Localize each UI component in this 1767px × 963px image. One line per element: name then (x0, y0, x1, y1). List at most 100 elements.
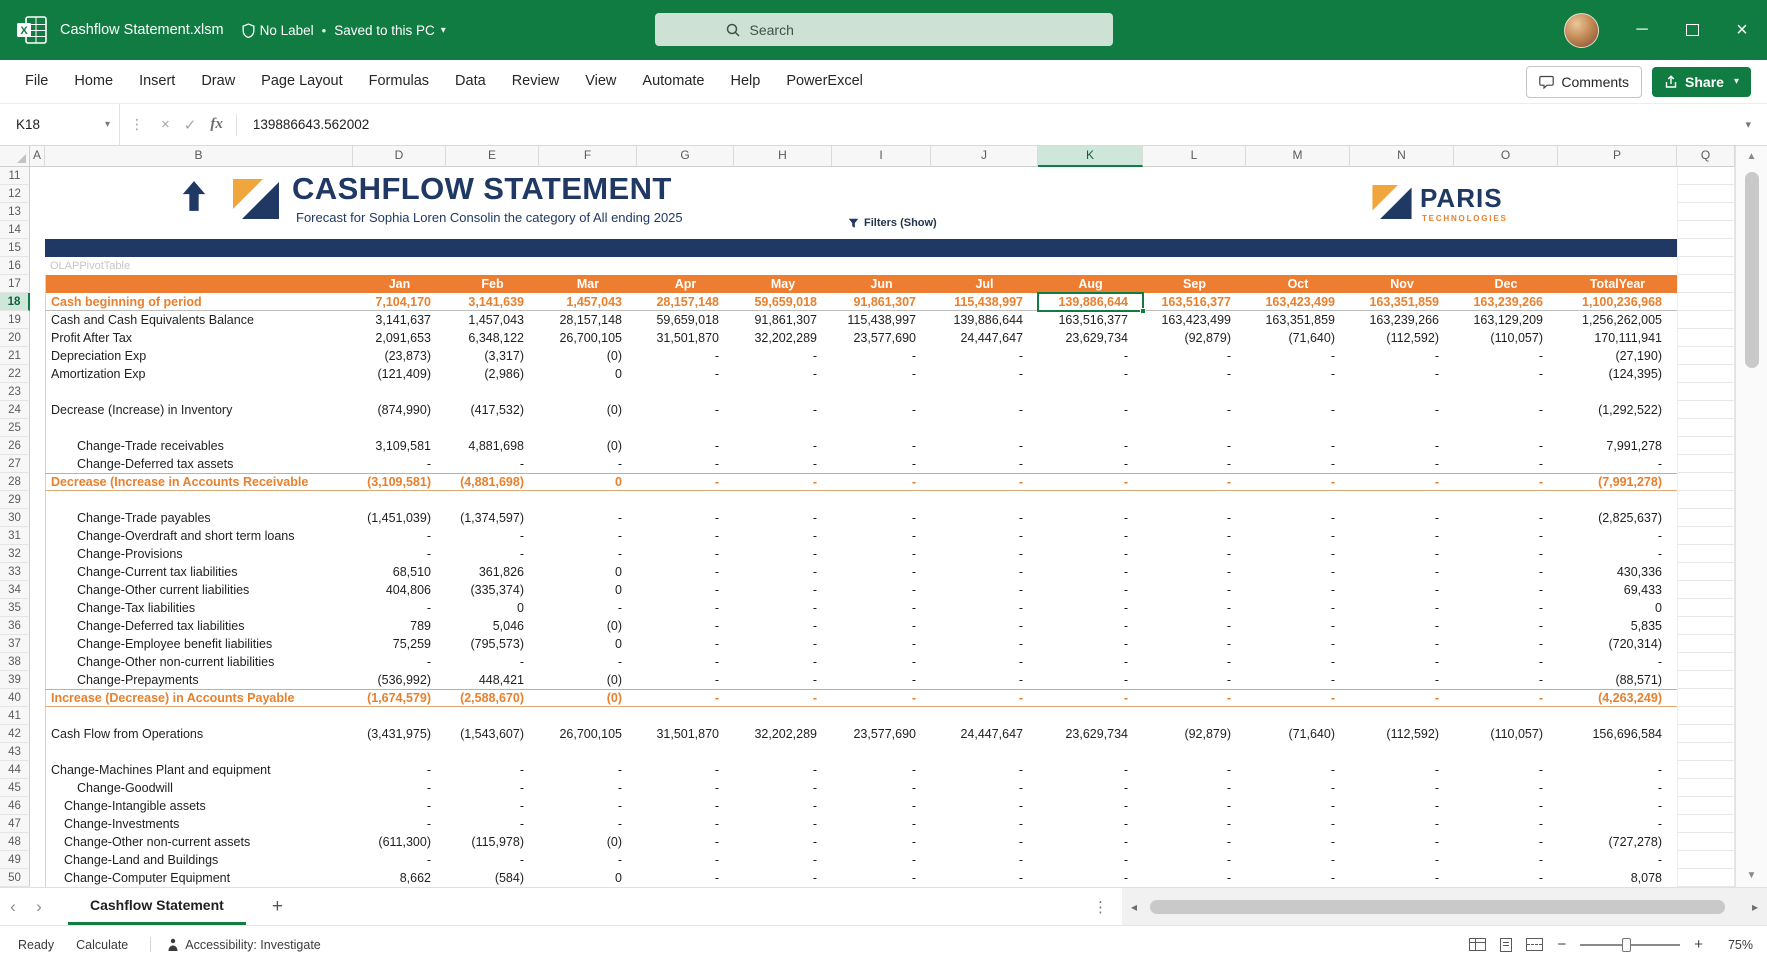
cell-D19[interactable]: 3,141,637 (353, 311, 446, 329)
cell-N38[interactable]: - (1350, 653, 1454, 671)
cell-G40[interactable]: - (637, 689, 734, 707)
row-header-17[interactable]: 17 (0, 275, 30, 293)
cell-F37[interactable]: 0 (539, 635, 637, 653)
row-header-48[interactable]: 48 (0, 833, 30, 851)
row-header-22[interactable]: 22 (0, 365, 30, 383)
cell-E36[interactable]: 5,046 (446, 617, 539, 635)
cell-G31[interactable]: - (637, 527, 734, 545)
cell-M40[interactable]: - (1246, 689, 1350, 707)
cell-L24[interactable]: - (1143, 401, 1246, 419)
cell-J31[interactable]: - (931, 527, 1038, 545)
ribbon-tab-file[interactable]: File (12, 60, 61, 103)
scroll-left-icon[interactable]: ◂ (1126, 900, 1142, 914)
row-header-33[interactable]: 33 (0, 563, 30, 581)
cell-K30[interactable]: - (1038, 509, 1143, 527)
cell-O26[interactable]: - (1454, 437, 1558, 455)
month-header-apr[interactable]: Apr (637, 275, 734, 293)
cell-O50[interactable]: - (1454, 869, 1558, 887)
cell-I22[interactable]: - (832, 365, 931, 383)
cell-D27[interactable]: - (353, 455, 446, 473)
cell-J47[interactable]: - (931, 815, 1038, 833)
cell-F20[interactable]: 26,700,105 (539, 329, 637, 347)
cell-E34[interactable]: (335,374) (446, 581, 539, 599)
cell-D30[interactable]: (1,451,039) (353, 509, 446, 527)
cell-Q16[interactable] (1677, 257, 1735, 275)
sensitivity-label[interactable]: No Label (260, 23, 314, 38)
cell-K39[interactable]: - (1038, 671, 1143, 689)
cell-D22[interactable]: (121,409) (353, 365, 446, 383)
cell-N34[interactable]: - (1350, 581, 1454, 599)
cell-G49[interactable]: - (637, 851, 734, 869)
cell-L35[interactable]: - (1143, 599, 1246, 617)
cell-H28[interactable]: - (734, 473, 832, 491)
cell-O34[interactable]: - (1454, 581, 1558, 599)
select-all-corner[interactable] (0, 146, 30, 167)
cell-N20[interactable]: (112,592) (1350, 329, 1454, 347)
cell-K36[interactable]: - (1038, 617, 1143, 635)
cell-L40[interactable]: - (1143, 689, 1246, 707)
cell-D39[interactable]: (536,992) (353, 671, 446, 689)
zoom-in-button[interactable]: + (1694, 936, 1703, 953)
cell-B39[interactable]: Change-Prepayments (45, 671, 353, 689)
cell-F46[interactable]: - (539, 797, 637, 815)
cell-H35[interactable]: - (734, 599, 832, 617)
accessibility-status[interactable]: Accessibility: Investigate (167, 938, 320, 952)
cell-N18[interactable]: 163,351,859 (1350, 293, 1454, 311)
row-header-42[interactable]: 42 (0, 725, 30, 743)
cell-N44[interactable]: - (1350, 761, 1454, 779)
ribbon-tab-formulas[interactable]: Formulas (356, 60, 442, 103)
cell-G37[interactable]: - (637, 635, 734, 653)
cell-F27[interactable]: - (539, 455, 637, 473)
cell-O31[interactable]: - (1454, 527, 1558, 545)
cell-G47[interactable]: - (637, 815, 734, 833)
save-status[interactable]: Saved to this PC (334, 23, 435, 38)
row-header-29[interactable]: 29 (0, 491, 30, 509)
cell-F32[interactable]: - (539, 545, 637, 563)
ribbon-tab-data[interactable]: Data (442, 60, 499, 103)
cell-H24[interactable]: - (734, 401, 832, 419)
cell-I48[interactable]: - (832, 833, 931, 851)
row-header-20[interactable]: 20 (0, 329, 30, 347)
cell-D42[interactable]: (3,431,975) (353, 725, 446, 743)
cell-O48[interactable]: - (1454, 833, 1558, 851)
ribbon-tab-review[interactable]: Review (499, 60, 573, 103)
cell-K26[interactable]: - (1038, 437, 1143, 455)
cell-B37[interactable]: Change-Employee benefit liabilities (45, 635, 353, 653)
ribbon-tab-powerexcel[interactable]: PowerExcel (773, 60, 876, 103)
cell-I24[interactable]: - (832, 401, 931, 419)
cell-H37[interactable]: - (734, 635, 832, 653)
cell-E18[interactable]: 3,141,639 (446, 293, 539, 311)
cell-N21[interactable]: - (1350, 347, 1454, 365)
cell-G39[interactable]: - (637, 671, 734, 689)
cell-G46[interactable]: - (637, 797, 734, 815)
cell-K42[interactable]: 23,629,734 (1038, 725, 1143, 743)
column-header-E[interactable]: E (446, 146, 539, 167)
cell-J33[interactable]: - (931, 563, 1038, 581)
cell-H40[interactable]: - (734, 689, 832, 707)
cell-E24[interactable]: (417,532) (446, 401, 539, 419)
cell-P42[interactable]: 156,696,584 (1558, 725, 1677, 743)
cell-P46[interactable]: - (1558, 797, 1677, 815)
cell-Q14[interactable] (1677, 221, 1735, 239)
cell-F33[interactable]: 0 (539, 563, 637, 581)
cell-L27[interactable]: - (1143, 455, 1246, 473)
cell-H39[interactable]: - (734, 671, 832, 689)
cell-D24[interactable]: (874,990) (353, 401, 446, 419)
cell-P44[interactable]: - (1558, 761, 1677, 779)
cell-G34[interactable]: - (637, 581, 734, 599)
cell-I30[interactable]: - (832, 509, 931, 527)
cell-L50[interactable]: - (1143, 869, 1246, 887)
selected-cell-outline[interactable] (1037, 292, 1144, 312)
row-header-31[interactable]: 31 (0, 527, 30, 545)
cell-H47[interactable]: - (734, 815, 832, 833)
cell-F48[interactable]: (0) (539, 833, 637, 851)
cell-D38[interactable]: - (353, 653, 446, 671)
cell-E31[interactable]: - (446, 527, 539, 545)
cell-E42[interactable]: (1,543,607) (446, 725, 539, 743)
cell-L37[interactable]: - (1143, 635, 1246, 653)
cell-J45[interactable]: - (931, 779, 1038, 797)
cell-O32[interactable]: - (1454, 545, 1558, 563)
cell-B36[interactable]: Change-Deferred tax liabilities (45, 617, 353, 635)
row-header-15[interactable]: 15 (0, 239, 30, 257)
cell-M30[interactable]: - (1246, 509, 1350, 527)
